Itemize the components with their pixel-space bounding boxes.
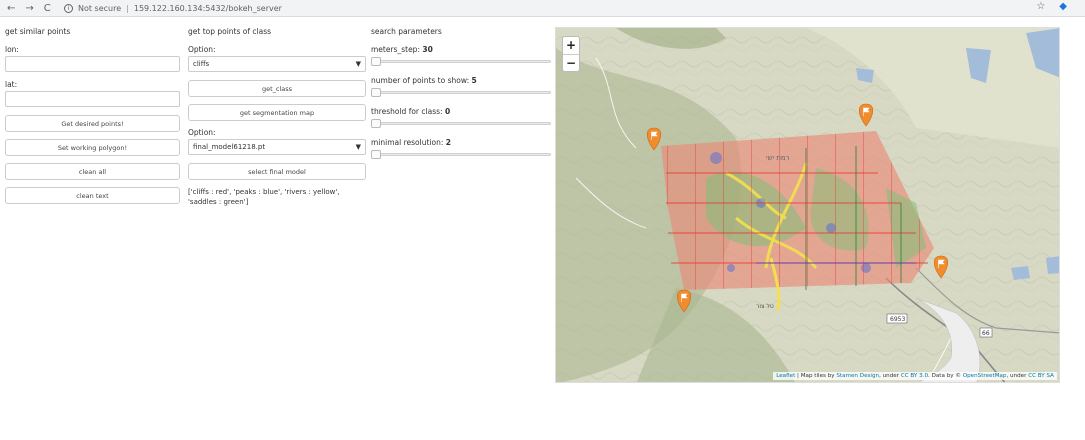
lon-label: lon: [5, 45, 19, 54]
meters-step-value: 30 [422, 45, 433, 54]
set-working-polygon-button[interactable]: Set working polygon! [5, 139, 180, 156]
class-select-value: cliffs [193, 60, 210, 68]
water-body [1011, 266, 1030, 280]
class-option-label: Option: [188, 45, 216, 54]
model-select[interactable]: final_model61218.pt ▼ [188, 139, 366, 155]
meters-step-label: meters_step: 30 [371, 45, 551, 54]
nav-buttons: ← → C [0, 3, 64, 14]
num-points-slider[interactable] [371, 88, 551, 98]
map-attribution: Leaflet | Map tiles by Stamen Design, un… [773, 372, 1057, 380]
toolbar-right: ☆ ◆ [1036, 1, 1067, 12]
zoom-control: + − [562, 36, 580, 72]
search-parameters-title: search parameters [371, 27, 442, 36]
slider-track [371, 153, 551, 156]
security-label: Not secure [78, 3, 122, 13]
road-label: 66 [982, 330, 990, 337]
lon-input[interactable] [5, 56, 180, 72]
select-final-model-button[interactable]: select final model [188, 163, 366, 180]
chevron-down-icon: ▼ [355, 60, 361, 68]
slider-track [371, 122, 551, 125]
threshold-value: 0 [444, 107, 451, 116]
chevron-down-icon: ▼ [355, 143, 361, 151]
back-arrow-icon[interactable]: ← [7, 3, 15, 14]
address-bar[interactable]: i Not secure | 159.122.160.134:5432/boke… [64, 3, 282, 13]
top-points-panel: get top points of class Option: cliffs ▼… [188, 27, 366, 207]
url-separator: | [126, 3, 129, 13]
attribution-text: . Data by © [928, 373, 963, 379]
slider-track [371, 91, 551, 94]
leaflet-link[interactable]: Leaflet [776, 373, 795, 379]
model-select-value: final_model61218.pt [193, 143, 266, 151]
zoom-out-button[interactable]: − [563, 54, 579, 71]
class-legend-text: ['cliffs : red', 'peaks : blue', 'rivers… [188, 188, 340, 206]
browser-toolbar: ← → C i Not secure | 159.122.160.134:543… [0, 0, 1085, 17]
search-parameters-panel: search parameters meters_step: 30 number… [371, 27, 551, 169]
osm-link[interactable]: OpenStreetMap [963, 373, 1007, 379]
min-resolution-text: minimal resolution: [371, 138, 444, 147]
clean-text-button[interactable]: clean text [5, 187, 180, 204]
num-points-value: 5 [471, 76, 477, 85]
attribution-text: | Map tiles by [795, 373, 837, 379]
top-points-title: get top points of class [188, 27, 272, 36]
attribution-text: , under [1006, 373, 1029, 379]
attribution-text: , under [879, 373, 901, 379]
model-option-label: Option: [188, 128, 216, 137]
lat-input[interactable] [5, 91, 180, 107]
min-resolution-slider[interactable] [371, 150, 551, 160]
num-points-text: number of points to show: [371, 76, 470, 85]
slider-track [371, 60, 551, 63]
map-canvas[interactable]: רמת ישי טל צור 6953 66 [556, 28, 1060, 383]
slider-handle[interactable] [371, 57, 381, 66]
slider-handle[interactable] [371, 150, 381, 159]
place-label: רמת ישי [766, 154, 790, 162]
map-view[interactable]: רמת ישי טל צור 6953 66 + − Leaflet | Map… [555, 27, 1060, 383]
water-body [1046, 256, 1059, 274]
similar-points-title: get similar points [5, 27, 71, 36]
cc-by-sa-link[interactable]: CC BY SA [1028, 373, 1054, 379]
zoom-in-button[interactable]: + [563, 37, 579, 54]
get-desired-points-button[interactable]: Get desired points! [5, 115, 180, 132]
similar-points-panel: get similar points lon: lat: Get desired… [5, 27, 180, 211]
threshold-text: threshold for class: [371, 107, 443, 116]
threshold-slider[interactable] [371, 119, 551, 129]
url-text[interactable]: 159.122.160.134:5432/bokeh_server [134, 4, 282, 13]
cc-by-link[interactable]: CC BY 3.0 [901, 373, 928, 379]
forward-arrow-icon[interactable]: → [25, 3, 33, 14]
meters-step-text: meters_step: [371, 45, 420, 54]
threshold-label: threshold for class: 0 [371, 107, 551, 116]
get-segmentation-map-button[interactable]: get segmentation map [188, 104, 366, 121]
info-icon[interactable]: i [64, 3, 73, 13]
min-resolution-value: 2 [445, 138, 451, 147]
min-resolution-label: minimal resolution: 2 [371, 138, 551, 147]
meters-step-slider[interactable] [371, 57, 551, 67]
star-icon[interactable]: ☆ [1036, 1, 1045, 12]
get-class-button[interactable]: get_class [188, 80, 366, 97]
place-label: טל צור [756, 303, 774, 310]
clean-all-button[interactable]: clean all [5, 163, 180, 180]
reload-icon[interactable]: C [44, 3, 51, 14]
num-points-label: number of points to show: 5 [371, 76, 551, 85]
class-select[interactable]: cliffs ▼ [188, 56, 366, 72]
slider-handle[interactable] [371, 88, 381, 97]
lat-label: lat: [5, 80, 18, 89]
slider-handle[interactable] [371, 119, 381, 128]
extension-icon[interactable]: ◆ [1059, 1, 1067, 12]
road-label: 6953 [890, 316, 905, 323]
stamen-link[interactable]: Stamen Design [836, 373, 879, 379]
